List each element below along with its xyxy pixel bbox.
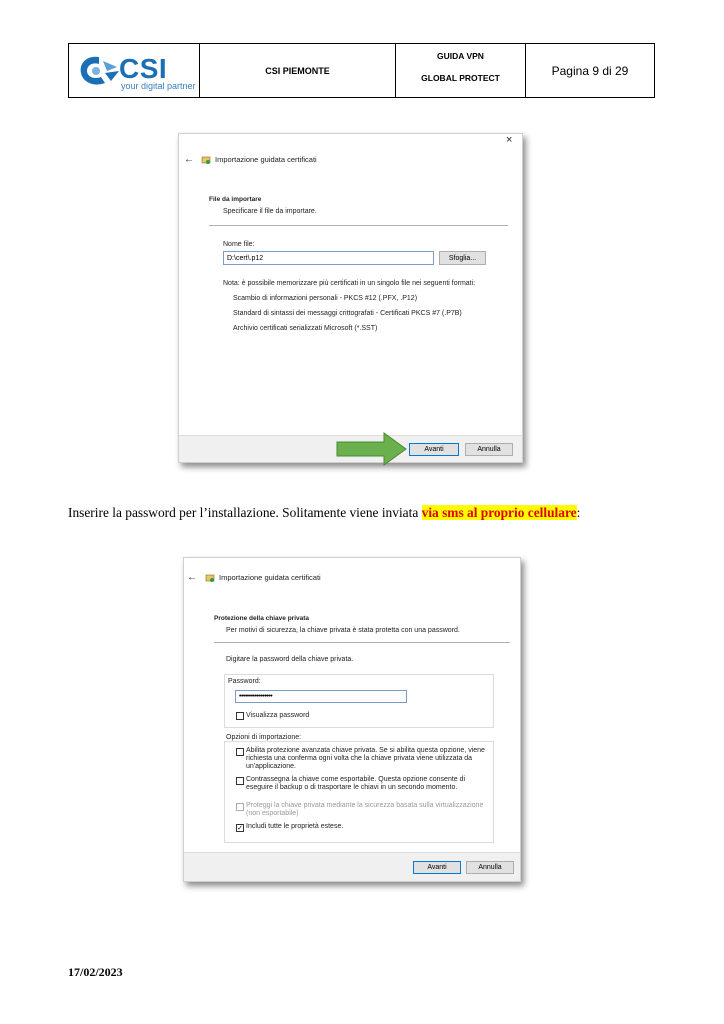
- formats-note: Nota: è possibile memorizzare più certif…: [223, 280, 476, 287]
- logo-tagline: your digital partner: [121, 81, 196, 91]
- certificate-icon: [201, 156, 211, 164]
- green-arrow-icon: [336, 432, 407, 466]
- csi-logo: CSI your digital partner: [77, 51, 197, 93]
- doc-title-line1: GUIDA VPN: [437, 51, 484, 61]
- separator: [214, 642, 510, 643]
- strong-protection-label: Abilita protezione avanzata chiave priva…: [246, 747, 485, 770]
- next-button[interactable]: Avanti: [409, 443, 459, 456]
- file-name-label: Nome file:: [223, 241, 255, 248]
- password-input[interactable]: •••••••••••••••••: [235, 690, 407, 703]
- format-pkcs12: Scambio di informazioni personali - PKCS…: [233, 295, 418, 302]
- browse-button[interactable]: Sfoglia...: [439, 251, 486, 265]
- csi-logo-icon: [80, 56, 119, 85]
- private-key-dialog: ← Importazione guidata certificati Prote…: [183, 557, 521, 882]
- cancel-button[interactable]: Annulla: [466, 861, 514, 874]
- org-name: CSI PIEMONTE: [200, 44, 396, 97]
- logo-cell: CSI your digital partner: [69, 44, 200, 97]
- vbs-protection-label: Proteggi la chiave privata mediante la s…: [246, 802, 484, 817]
- close-icon[interactable]: ×: [506, 134, 512, 146]
- certificate-icon: [205, 574, 215, 582]
- password-instruction: Digitare la password della chiave privat…: [226, 656, 354, 663]
- section-desc: Per motivi di sicurezza, la chiave priva…: [226, 627, 460, 634]
- document-header: CSI your digital partner CSI PIEMONTE GU…: [68, 43, 655, 98]
- paragraph-highlight: via sms al proprio cellulare: [421, 505, 577, 520]
- back-arrow-icon[interactable]: ←: [184, 154, 194, 165]
- next-button[interactable]: Avanti: [413, 861, 461, 874]
- file-name-input[interactable]: D:\cert\.p12: [223, 251, 434, 265]
- back-arrow-icon[interactable]: ←: [187, 572, 197, 583]
- section-title: File da importare: [209, 196, 262, 203]
- section-desc: Specificare il file da importare.: [223, 208, 317, 215]
- password-label: Password:: [228, 678, 261, 685]
- format-sst: Archivio certificati serializzati Micros…: [233, 325, 378, 332]
- show-password-label: Visualizza password: [246, 712, 310, 719]
- section-title: Protezione della chiave privata: [214, 615, 310, 622]
- wizard-title: Importazione guidata certificati: [215, 155, 317, 164]
- strong-protection-checkbox[interactable]: [236, 748, 244, 756]
- page-number: Pagina 9 di 29: [551, 63, 629, 78]
- doc-title-line2: GLOBAL PROTECT: [421, 73, 500, 83]
- import-options-label: Opzioni di importazione:: [226, 734, 302, 741]
- format-pkcs7: Standard di sintassi dei messaggi critto…: [233, 310, 462, 317]
- separator: [209, 225, 508, 226]
- file-import-dialog: × ← Importazione guidata certificati Fil…: [178, 133, 523, 466]
- exportable-label: Contrassegna la chiave come esportabile.…: [246, 776, 466, 791]
- paragraph-text: Inserire la password per l’installazione…: [68, 505, 422, 520]
- extended-properties-label: Includi tutte le proprietà estese.: [246, 823, 344, 830]
- wizard-title: Importazione guidata certificati: [219, 573, 321, 582]
- paragraph-end: :: [576, 505, 581, 520]
- doc-title: GUIDA VPN GLOBAL PROTECT: [396, 44, 526, 97]
- vbs-protection-checkbox: [236, 803, 244, 811]
- exportable-checkbox[interactable]: [236, 777, 244, 785]
- instruction-paragraph: Inserire la password per l’installazione…: [68, 505, 580, 521]
- extended-properties-checkbox[interactable]: ✓: [236, 824, 244, 832]
- cancel-button[interactable]: Annulla: [465, 443, 513, 456]
- document-date: 17/02/2023: [68, 965, 123, 979]
- show-password-checkbox[interactable]: [236, 712, 244, 720]
